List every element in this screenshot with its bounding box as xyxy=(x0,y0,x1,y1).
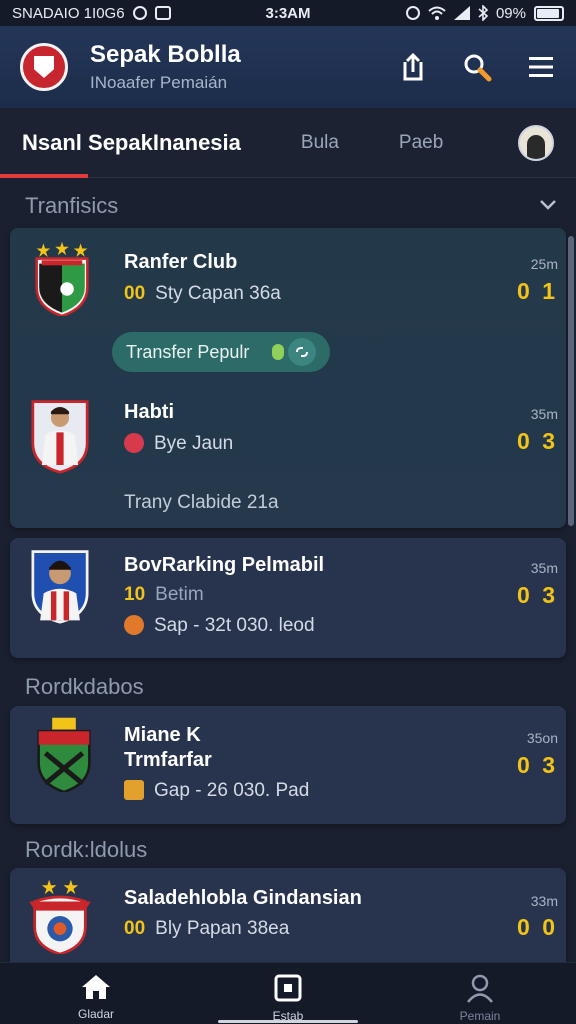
row-number: 00 xyxy=(124,283,146,304)
bottom-nav: Gladar Estab Pemain xyxy=(0,962,576,1024)
row-score: 0 3 xyxy=(517,752,558,778)
row-time: 25m xyxy=(530,256,558,272)
share-icon[interactable] xyxy=(398,52,428,82)
app-title: Sepak Boblla xyxy=(90,41,241,68)
row-subtitle: 10 Betim xyxy=(124,584,204,606)
nav-home-label: Gladar xyxy=(77,1007,115,1021)
square-icon xyxy=(274,974,302,1002)
link-icon xyxy=(288,338,316,366)
scrollbar[interactable] xyxy=(568,236,574,526)
club-crest-icon xyxy=(37,717,91,792)
row-detail-text: Sap - 32t 030. leod xyxy=(154,615,315,636)
home-indicator xyxy=(218,1020,358,1023)
row-title-secondary: Trmfarfar xyxy=(124,749,212,771)
row-title: BovRarking Pelmabil xyxy=(124,554,325,576)
row-title: Ranfer Club xyxy=(124,251,238,273)
app-subtitle: INoaafer Pemaián xyxy=(90,73,228,92)
avatar[interactable] xyxy=(518,124,554,161)
club-crest-icon xyxy=(35,241,89,316)
row-subtext: Bye Jaun xyxy=(154,433,234,454)
tab-bar: Nsanl SepakInanesia Bula Paeb xyxy=(0,108,576,178)
person-icon xyxy=(467,974,493,1003)
transfer-button[interactable]: Transfer Pepulr xyxy=(112,332,330,372)
row-detail: Gap - 26 030. Pad xyxy=(124,780,309,802)
row-score: 0 0 xyxy=(517,914,558,940)
row-score: 0 3 xyxy=(517,582,558,608)
section-header-transfers: Tranfisics xyxy=(25,193,119,218)
menu-icon[interactable] xyxy=(526,52,556,82)
nav-home[interactable]: Gladar xyxy=(0,963,192,1024)
transfer-button-label: Transfer Pepulr xyxy=(126,341,250,362)
row-subtitle: Bye Jaun xyxy=(124,433,233,455)
section-header-results: Rordk:ldolus xyxy=(25,837,148,862)
row-title: Saladehlobla Gindansian xyxy=(124,887,362,909)
row-subtitle: 00 Bly Papan 38ea xyxy=(124,918,289,940)
row-subtext: Sty Capan 36a xyxy=(155,283,281,304)
tab-main[interactable]: Nsanl SepakInanesia xyxy=(0,108,241,178)
row-subtext: Betim xyxy=(155,584,204,605)
row-time: 33m xyxy=(530,893,558,909)
row-detail-text: Gap - 26 030. Pad xyxy=(154,780,310,801)
row-number: 10 xyxy=(124,584,146,605)
club-badge-icon xyxy=(124,615,144,635)
club-badge-icon xyxy=(124,433,144,453)
row-time: 35m xyxy=(530,406,558,422)
row-number: 00 xyxy=(124,918,146,939)
status-time: 3:3AM xyxy=(265,4,311,22)
app-logo[interactable] xyxy=(20,43,68,91)
row-detail: Sap - 32t 030. leod xyxy=(124,615,315,637)
row-time: 35m xyxy=(530,560,558,576)
row-time: 35on xyxy=(526,730,558,746)
row-title: Habti xyxy=(124,401,174,423)
row-subtitle: 00 Sty Capan 36a xyxy=(124,283,281,305)
tab-active-indicator xyxy=(0,173,88,178)
club-badge-icon xyxy=(124,780,144,800)
row-score: 0 1 xyxy=(517,278,558,304)
nav-players-label: Pemain xyxy=(459,1009,501,1023)
row-subtext: Bly Papan 38ea xyxy=(155,918,290,939)
battery-icon xyxy=(534,5,564,21)
nav-stats[interactable]: Estab xyxy=(192,963,384,1024)
section-header-rankings: Rordkdabos xyxy=(25,674,144,699)
chevron-down-icon[interactable] xyxy=(538,194,558,214)
tab-main-label: Nsanl SepakInanesia xyxy=(22,129,241,155)
player-avatar-icon xyxy=(31,400,89,474)
nav-players[interactable]: Pemain xyxy=(384,963,576,1024)
home-icon xyxy=(82,975,110,999)
status-dot xyxy=(272,344,284,360)
player-avatar-icon xyxy=(31,550,89,624)
status-bar: SNADAIO 1I0G6 3:3AM 09% xyxy=(0,0,576,26)
club-crest-icon xyxy=(29,879,91,954)
row-extra: Trany Clabide 21a xyxy=(124,492,279,513)
tab-paeb[interactable]: Paeb xyxy=(399,132,443,154)
tab-bula[interactable]: Bula xyxy=(301,132,339,154)
search-icon[interactable] xyxy=(462,52,492,82)
app-header: Sepak Boblla INoaafer Pemaián xyxy=(0,26,576,108)
row-title: Miane K xyxy=(124,724,201,746)
row-score: 0 3 xyxy=(517,428,558,454)
